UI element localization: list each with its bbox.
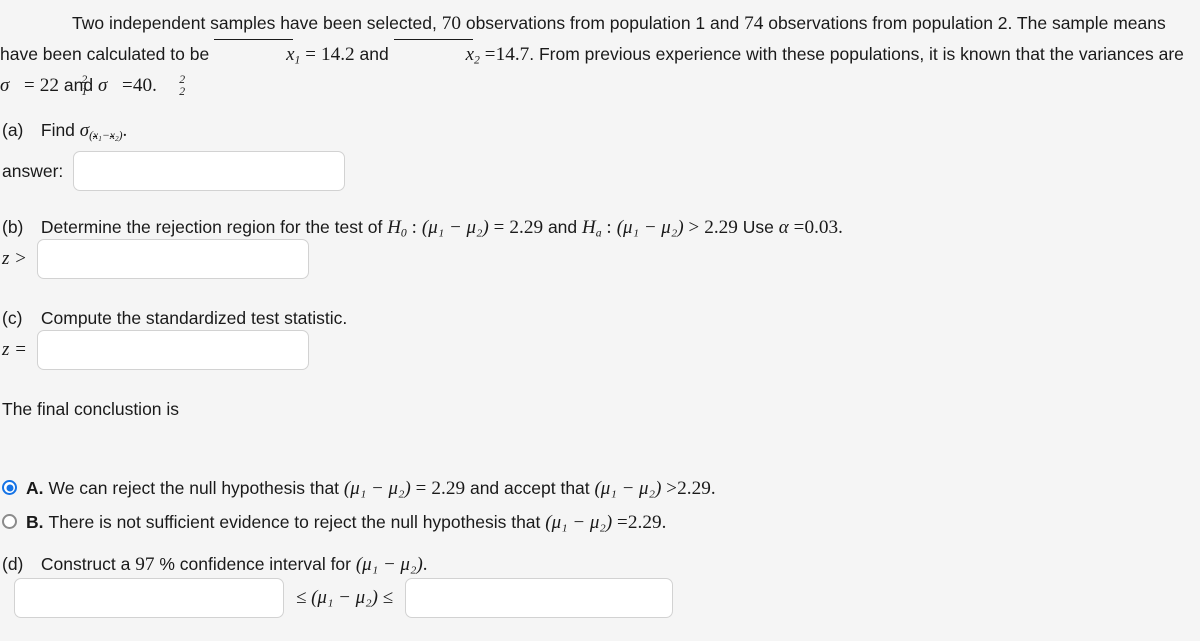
confidence-level: 97 <box>135 554 155 575</box>
part-b-question: (b) Determine the rejection region for t… <box>2 214 843 241</box>
sample-mean-2: 14.7 <box>495 44 530 65</box>
part-c-text: Compute the standardized test statistic. <box>40 308 348 328</box>
variance-1-symbol: σ21 <box>0 72 88 99</box>
alpha-text: Use <box>742 217 774 237</box>
part-c-question: (c) Compute the standardized test statis… <box>2 305 347 331</box>
intro-sentence-2: observations from population 1 and <box>465 13 740 33</box>
alpha-symbol: α <box>778 217 789 238</box>
radio-button-a-icon[interactable] <box>2 480 17 495</box>
part-c-answer-row: z = <box>2 330 309 370</box>
xbar2-symbol: x2 <box>393 38 480 66</box>
h0-symbol: H0 <box>387 217 407 240</box>
option-a-relation-2: > <box>666 478 678 499</box>
colon-2: : <box>606 217 612 238</box>
equals-sign-5: = <box>793 217 805 238</box>
variance-2-symbol: σ22 <box>97 72 186 99</box>
option-b-text-1: There is not sufficient evidence to reje… <box>48 512 541 532</box>
intro-sentence-4: . From previous experience with these po… <box>529 44 1184 64</box>
alpha-value: 0.03 <box>804 217 839 238</box>
part-c-tag: (c) <box>2 308 23 328</box>
h0-value: 2.29 <box>509 217 544 238</box>
option-a-value-1: 2.29 <box>431 478 466 499</box>
sigma-diff-symbol: σ(x1−x2) <box>79 120 123 144</box>
option-a-relation-1: = <box>415 478 427 499</box>
option-a-value-2: 2.29 <box>677 478 711 499</box>
intro-sentence-1: Two independent samples have been select… <box>72 13 437 33</box>
sample-size-2: 74 <box>744 13 764 34</box>
part-d-text-2: % confidence interval for <box>159 554 351 574</box>
part-d-upper-bound-input[interactable] <box>405 578 674 618</box>
option-b-expression-1: (μ₁ − μ₂) <box>545 512 613 533</box>
part-d-question: (d) Construct a 97 % confidence interval… <box>2 551 428 578</box>
part-d-period: . <box>422 554 428 575</box>
xbar1-symbol: x1 <box>214 38 300 66</box>
radio-button-b-icon[interactable] <box>2 514 17 529</box>
h0-expression: (μ₁ − μ₂) <box>421 217 489 238</box>
ha-value: 2.29 <box>704 217 738 238</box>
part-b-text: Determine the rejection region for the t… <box>40 217 383 237</box>
part-c-prefix: z = <box>2 339 27 360</box>
conclusion-option-a[interactable]: A. We can reject the null hypothesis that… <box>2 474 716 503</box>
problem-statement: Two independent samples have been select… <box>0 8 1196 101</box>
ha-symbol: Ha <box>582 217 602 240</box>
option-a-key: A. <box>26 478 44 498</box>
intro-and-1: and <box>359 44 389 64</box>
sample-size-1: 70 <box>441 13 461 34</box>
conclusion-option-a-label: A. We can reject the null hypothesis that… <box>26 474 716 503</box>
option-a-expression-2: (μ₁ − μ₂) <box>594 478 662 499</box>
equals-sign-2: = <box>484 44 496 65</box>
option-b-tail: . <box>661 512 667 533</box>
option-a-text-2: and accept that <box>469 478 590 498</box>
part-b-and: and <box>547 217 578 237</box>
part-a-text: Find <box>40 120 75 140</box>
part-b-answer-row: z > <box>2 239 309 279</box>
option-a-expression-1: (μ₁ − μ₂) <box>343 478 411 499</box>
option-a-tail: . <box>710 478 716 499</box>
h0-relation: = <box>493 217 505 238</box>
part-a-period: . <box>122 120 128 141</box>
option-b-key: B. <box>26 512 44 532</box>
part-b-tag: (b) <box>2 217 24 237</box>
ha-relation: > <box>688 217 700 238</box>
part-a-tag: (a) <box>2 120 24 140</box>
colon-1: : <box>411 217 418 238</box>
ha-expression: (μ₁ − μ₂) <box>616 217 684 238</box>
part-b-period: . <box>838 217 844 238</box>
part-b-input[interactable] <box>36 239 309 279</box>
part-a-input[interactable] <box>73 151 346 191</box>
part-c-input[interactable] <box>36 330 309 370</box>
part-b-prefix: z > <box>2 248 27 269</box>
part-a-answer-row: answer: <box>2 151 346 191</box>
conclusion-options: A. We can reject the null hypothesis that… <box>2 474 716 542</box>
part-a-question: (a) Find σ(x1−x2). <box>2 117 127 144</box>
conclusion-option-b[interactable]: B. There is not sufficient evidence to re… <box>2 508 716 537</box>
equals-sign-1: = <box>305 44 317 65</box>
option-b-relation-1: = <box>617 512 628 533</box>
option-b-value-1: 2.29 <box>627 512 662 533</box>
part-d-interval-expression: ≤ (μ₁ − μ₂) ≤ <box>296 587 394 608</box>
part-d-tag: (d) <box>2 554 24 574</box>
option-a-text-1: We can reject the null hypothesis that <box>48 478 340 498</box>
part-d-text-1: Construct a <box>40 554 131 574</box>
conclusion-prompt: The final conclustion is <box>2 399 180 419</box>
part-d-lower-bound-input[interactable] <box>14 578 284 618</box>
part-d-answer-row: ≤ (μ₁ − μ₂) ≤ <box>14 578 674 618</box>
part-d-expression: (μ₁ − μ₂) <box>355 554 423 575</box>
part-a-answer-label: answer: <box>2 160 64 181</box>
sample-mean-1: 14.2 <box>320 44 355 65</box>
conclusion-option-b-label: B. There is not sufficient evidence to re… <box>26 508 667 537</box>
